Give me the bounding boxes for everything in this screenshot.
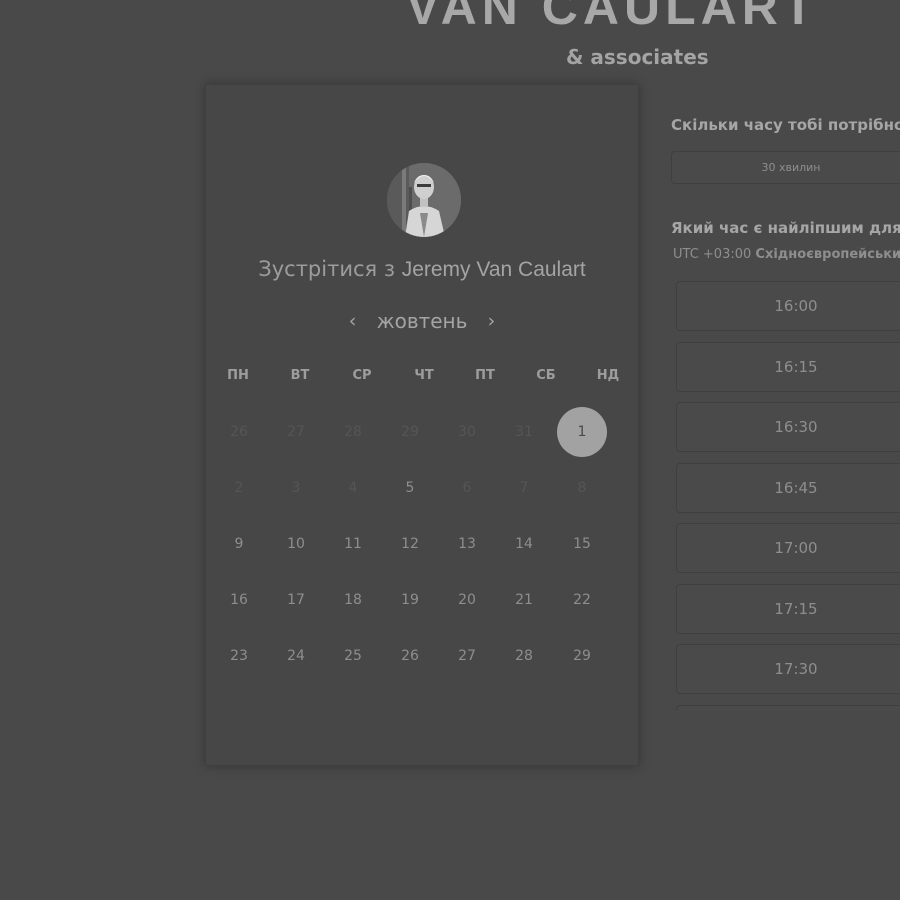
time-slot-button[interactable]: 17:00: [676, 523, 900, 573]
timezone-label: UTC +03:00 Східноєвропейський: [673, 247, 900, 262]
calendar-day[interactable]: 16: [214, 575, 264, 625]
time-slot-button[interactable]: 16:15: [676, 341, 900, 392]
calendar-day[interactable]: 23: [214, 631, 264, 681]
calendar-day: 29: [401, 424, 419, 440]
month-navigation: ‹ жовтень ›: [206, 307, 638, 335]
calendar-day: 3: [291, 480, 301, 496]
calendar-day[interactable]: 27: [442, 631, 492, 681]
calendar-day[interactable]: 15: [557, 519, 607, 569]
booking-panel: Скільки часу тобі потрібно? 30 хвилин Як…: [637, 84, 900, 764]
time-question: Який час є найліпшим для ва: [671, 219, 900, 237]
calendar-day[interactable]: 14: [499, 519, 549, 569]
time-slot-button[interactable]: 16:00: [676, 281, 900, 331]
calendar-day: 8: [577, 480, 587, 496]
calendar-day: 6: [462, 480, 472, 496]
calendar-day[interactable]: 13: [442, 519, 492, 569]
meeting-title: Зустрітися з Jeremy Van Caulart: [206, 257, 638, 282]
calendar-day: 28: [344, 424, 362, 440]
duration-question: Скільки часу тобі потрібно?: [671, 116, 900, 134]
calendar-day[interactable]: 25: [328, 631, 378, 681]
time-slot-list: 16:00 16:15 16:30 16:45 17:00 17:15 17:30: [676, 281, 900, 721]
calendar-panel: Зустрітися з Jeremy Van Caulart ‹ жовтен…: [205, 84, 639, 766]
calendar-day: 7: [519, 480, 529, 496]
calendar-day[interactable]: 12: [385, 519, 435, 569]
calendar-day[interactable]: 10: [271, 519, 321, 569]
calendar-day[interactable]: 11: [328, 519, 378, 569]
calendar-day: 27: [287, 424, 305, 440]
duration-select[interactable]: 30 хвилин: [671, 151, 900, 184]
calendar-day: 31: [515, 424, 533, 440]
chevron-right-icon[interactable]: ›: [483, 310, 499, 332]
time-slot-button[interactable]: 16:45: [676, 462, 900, 513]
timezone-offset: UTC +03:00: [673, 247, 752, 262]
brand-tagline: & associates: [566, 45, 709, 69]
timezone-name: Східноєвропейський: [755, 247, 900, 262]
calendar-day[interactable]: 17: [271, 575, 321, 625]
weekday-label: ПТ: [475, 368, 495, 383]
host-avatar: [387, 163, 461, 237]
weekday-label: СР: [352, 368, 372, 383]
brand-header: VAN CAULART & associates: [0, 0, 900, 80]
calendar-day-selected[interactable]: 1: [557, 407, 607, 457]
duration-value: 30 хвилин: [761, 161, 821, 174]
weekday-label: НД: [596, 368, 620, 383]
calendar-day[interactable]: 26: [385, 631, 435, 681]
calendar-day[interactable]: 21: [499, 575, 549, 625]
time-slot-button[interactable]: [676, 704, 900, 711]
calendar-day[interactable]: 9: [214, 519, 264, 569]
chevron-left-icon[interactable]: ‹: [345, 310, 361, 332]
calendar-day: 4: [348, 480, 358, 496]
calendar-day[interactable]: 18: [328, 575, 378, 625]
calendar-day: 26: [230, 424, 248, 440]
calendar-day: 30: [458, 424, 476, 440]
host-name: Jeremy Van Caulart: [401, 258, 586, 281]
time-slot-button[interactable]: 17:15: [676, 583, 900, 634]
month-label: жовтень: [376, 309, 468, 333]
time-slot-button[interactable]: 16:30: [676, 402, 900, 452]
calendar-day[interactable]: 20: [442, 575, 492, 625]
calendar-day[interactable]: 29: [557, 631, 607, 681]
calendar-day: 2: [234, 480, 244, 496]
weekday-label: ЧТ: [414, 368, 434, 383]
time-slot-button[interactable]: 17:30: [676, 644, 900, 694]
calendar-day[interactable]: 19: [385, 575, 435, 625]
brand-logo-title: VAN CAULART: [406, 0, 819, 35]
calendar-day[interactable]: 24: [271, 631, 321, 681]
calendar-day[interactable]: 5: [385, 463, 435, 513]
calendar-day[interactable]: 28: [499, 631, 549, 681]
weekday-label: ВТ: [290, 368, 310, 383]
meeting-title-prefix: Зустрітися з: [258, 257, 396, 281]
weekday-label: СБ: [536, 368, 556, 383]
weekday-label: ПН: [227, 368, 249, 383]
calendar-day[interactable]: 22: [557, 575, 607, 625]
